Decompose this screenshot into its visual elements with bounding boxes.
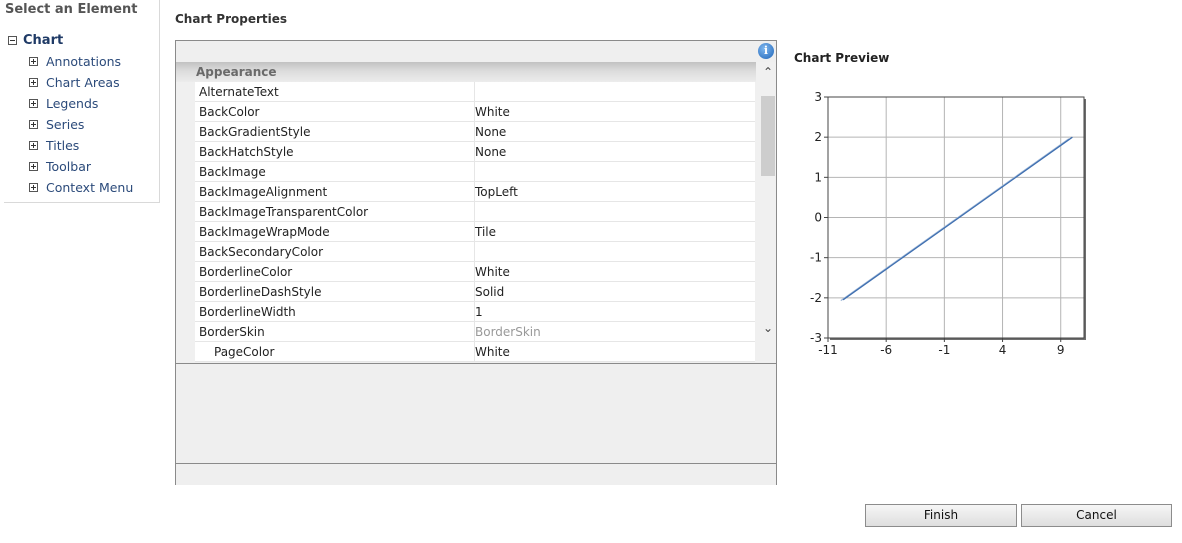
property-name: BorderlineDashStyle	[199, 285, 322, 299]
y-tick-label: 2	[814, 130, 822, 144]
x-tick-label: 9	[1057, 343, 1065, 357]
cancel-button[interactable]: Cancel	[1021, 504, 1172, 527]
expand-icon[interactable]	[29, 119, 38, 129]
property-grid-toolbar: i	[176, 41, 776, 63]
property-name: BackImage	[199, 165, 266, 179]
property-name: PageColor	[214, 345, 275, 359]
category-label: Appearance	[196, 65, 277, 79]
property-row[interactable]: BackImageAlignment TopLeft	[195, 182, 755, 202]
property-name: BackColor	[199, 105, 260, 119]
expand-icon[interactable]	[29, 98, 38, 108]
tree-item-label: Annotations	[46, 53, 122, 69]
info-icon[interactable]: i	[758, 43, 774, 59]
property-name: BackImageWrapMode	[199, 225, 330, 239]
property-value[interactable]: None	[475, 125, 506, 139]
tree-item-titles[interactable]: Titles	[29, 136, 79, 154]
tree-item-label: Titles	[46, 137, 80, 153]
property-grid: i Appearance AlternateText BackColor White…	[175, 40, 777, 485]
x-tick-label: -1	[938, 343, 950, 357]
property-description-area	[176, 363, 776, 464]
tree-item-toolbar[interactable]: Toolbar	[29, 157, 91, 175]
tree-item-series[interactable]: Series	[29, 115, 84, 133]
property-grid-footer	[176, 463, 776, 485]
chart-properties-title: Chart Properties	[175, 12, 288, 26]
column-divider	[474, 162, 475, 182]
chevron-up-icon[interactable]: ⌃	[760, 62, 776, 82]
property-row[interactable]: AlternateText	[195, 82, 755, 102]
y-tick-label: 1	[814, 170, 822, 184]
finish-button[interactable]: Finish	[865, 504, 1017, 527]
property-value[interactable]: TopLeft	[475, 185, 518, 199]
tree-item-annotations[interactable]: Annotations	[29, 52, 121, 70]
expand-icon[interactable]	[29, 182, 38, 192]
x-tick-label: -11	[818, 343, 838, 357]
expand-icon[interactable]	[29, 77, 38, 87]
property-name: BackSecondaryColor	[199, 245, 324, 259]
property-row[interactable]: BorderSkin BorderSkin	[195, 322, 755, 342]
property-value[interactable]: BorderSkin	[475, 325, 541, 339]
x-tick-label: 4	[999, 343, 1007, 357]
property-row[interactable]: BackHatchStyle None	[195, 142, 755, 162]
tree-item-chart-areas[interactable]: Chart Areas	[29, 73, 120, 91]
property-value[interactable]: Tile	[475, 225, 496, 239]
scrollbar-thumb[interactable]	[761, 96, 775, 176]
property-name: BorderlineWidth	[199, 305, 296, 319]
tree-item-label: Chart Areas	[46, 74, 120, 90]
property-name: BackImageTransparentColor	[199, 205, 369, 219]
y-tick-label: 3	[814, 90, 822, 104]
property-row[interactable]: PageColor White	[195, 342, 755, 362]
property-row[interactable]: BackImageWrapMode Tile	[195, 222, 755, 242]
y-tick-label: -2	[810, 291, 822, 305]
property-row[interactable]: BorderlineDashStyle Solid	[195, 282, 755, 302]
property-name: BackGradientStyle	[199, 125, 311, 139]
tree-item-legends[interactable]: Legends	[29, 94, 98, 112]
column-divider	[474, 202, 475, 222]
property-name: BorderlineColor	[199, 265, 293, 279]
property-name: BorderSkin	[199, 325, 265, 339]
property-name: BackHatchStyle	[199, 145, 294, 159]
column-divider	[474, 242, 475, 262]
property-grid-scrollbar[interactable]: ⌃ ⌄	[760, 62, 776, 341]
expand-icon[interactable]	[29, 140, 38, 150]
property-value[interactable]: White	[475, 105, 510, 119]
tree-item-label: Legends	[46, 95, 99, 111]
property-row[interactable]: BorderlineColor White	[195, 262, 755, 282]
property-row[interactable]: BorderlineWidth 1	[195, 302, 755, 322]
property-value[interactable]: None	[475, 145, 506, 159]
tree-item-label: Toolbar	[46, 158, 92, 174]
property-name: AlternateText	[199, 85, 279, 99]
property-row[interactable]: BackImageTransparentColor	[195, 202, 755, 222]
property-row[interactable]: BackSecondaryColor	[195, 242, 755, 262]
tree-item-label: Series	[46, 116, 85, 132]
column-divider	[474, 82, 475, 102]
collapse-icon[interactable]	[8, 35, 17, 45]
chart-preview: -3-2-10123-11 -6 -1 4 9	[810, 90, 1086, 357]
property-row[interactable]: BackColor White	[195, 102, 755, 122]
property-value[interactable]: White	[475, 265, 510, 279]
tree-item-context-menu[interactable]: Context Menu	[29, 178, 133, 196]
property-row[interactable]: BackImage	[195, 162, 755, 182]
tree-heading: Select an Element	[5, 2, 138, 17]
property-value[interactable]: 1	[475, 305, 483, 319]
property-row[interactable]: BackGradientStyle None	[195, 122, 755, 142]
tree-item-label: Context Menu	[46, 179, 134, 195]
property-name: BackImageAlignment	[199, 185, 328, 199]
chevron-down-icon[interactable]: ⌄	[760, 318, 776, 338]
property-value[interactable]: White	[475, 345, 510, 359]
y-tick-label: 0	[814, 211, 822, 225]
tree-item-label: Chart	[23, 32, 64, 48]
category-row-appearance[interactable]: Appearance	[176, 62, 756, 82]
tree-item-chart[interactable]: Chart	[8, 31, 63, 49]
expand-icon[interactable]	[29, 161, 38, 171]
property-value[interactable]: Solid	[475, 285, 504, 299]
y-tick-label: -1	[810, 251, 822, 265]
property-grid-body: Appearance AlternateText BackColor White Ba…	[176, 62, 776, 362]
chart-preview-title: Chart Preview	[794, 51, 890, 65]
expand-icon[interactable]	[29, 56, 38, 66]
x-tick-label: -6	[880, 343, 892, 357]
